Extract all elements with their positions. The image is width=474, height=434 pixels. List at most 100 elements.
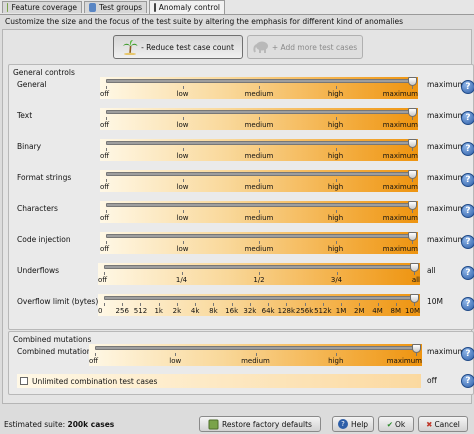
help-icon[interactable]: ? (461, 297, 474, 311)
tab-anomaly-control[interactable]: Anomaly control (149, 0, 225, 14)
slider-tick (335, 117, 337, 120)
slider-tick (106, 210, 107, 213)
slider-tick-label: maximum (382, 245, 418, 253)
unlimited-combination-checkbox-row[interactable]: Unlimited combination test cases (17, 374, 421, 388)
slider-track[interactable]: 0 256 512 1k 2k 4k 8k 16k 32k 64k 128k 256k 512k 1M 2M… (98, 294, 420, 316)
slider-groove (106, 172, 412, 176)
tab-bar: Feature coverage Test groups Anomaly con… (0, 0, 474, 15)
slider-label: Text (17, 111, 33, 120)
slider-tick (182, 210, 184, 213)
slider-tick (104, 272, 105, 275)
slider-handle[interactable] (409, 294, 419, 303)
slider-tick (335, 353, 337, 356)
slider-tick-label: 8M (390, 307, 402, 315)
help-icon: ? (337, 419, 348, 429)
slider-tick (259, 210, 260, 213)
slider-tick-label: 32k (243, 307, 257, 315)
help-icon[interactable]: ? (461, 80, 474, 94)
help-icon[interactable]: ? (461, 347, 474, 361)
slider-tick (259, 148, 260, 151)
help-icon[interactable]: ? (461, 266, 474, 280)
checkbox-state-label: off (427, 376, 437, 385)
help-button[interactable]: ? Help (332, 416, 374, 432)
slider-tick-label: off (100, 245, 110, 253)
help-icon[interactable]: ? (461, 173, 474, 187)
slider-label: Underflows (17, 266, 60, 275)
slider-tick-label: 2M (354, 307, 365, 315)
help-icon[interactable]: ? (461, 235, 474, 249)
slider-track[interactable]: off low medium high maximum (100, 201, 418, 223)
slider-tick-label: low (176, 121, 189, 129)
unlimited-combination-checkbox[interactable] (20, 377, 28, 385)
slider-tick (414, 303, 415, 306)
general-controls-group: General controls General off low medium high… (8, 64, 474, 330)
reduce-label: - Reduce test case count (141, 42, 234, 52)
restore-defaults-button[interactable]: Restore factory defaults (199, 416, 321, 432)
tab-label: Test groups (99, 3, 142, 12)
slider-tick-label: 64k (261, 307, 275, 315)
slider-handle[interactable] (411, 344, 421, 353)
slider-tick-label: 256 (115, 307, 129, 315)
slider-tick (175, 353, 177, 356)
slider-tick (231, 303, 233, 306)
slider-track[interactable]: off low medium high maximum (89, 344, 422, 366)
slider-tick-label: 2k (172, 307, 182, 315)
palm-tree-icon (123, 40, 138, 55)
slider-track[interactable]: off low medium high maximum (100, 77, 418, 99)
slider-tick-label: off (100, 121, 110, 129)
slider-handle[interactable] (409, 263, 419, 272)
slider-tick (395, 303, 397, 306)
slider-tick (259, 272, 260, 275)
slider-handle[interactable] (407, 77, 417, 86)
tab-label: Feature coverage (11, 3, 77, 12)
slider-label: Characters (17, 204, 58, 213)
slider-max-label: maximum (427, 173, 465, 182)
group-title: Combined mutations (13, 335, 92, 344)
help-icon[interactable]: ? (461, 111, 474, 125)
slider-groove (106, 203, 412, 207)
help-icon[interactable]: ? (461, 142, 474, 156)
slider-tick-label: high (327, 245, 344, 253)
slider-track[interactable]: off low medium high maximum (100, 232, 418, 254)
slider-tick-label: high (328, 357, 344, 365)
slider-handle[interactable] (407, 170, 417, 179)
ok-button[interactable]: ✔ Ok (378, 416, 414, 432)
slider-tick (104, 303, 105, 306)
reduce-test-cases-button[interactable]: - Reduce test case count (113, 35, 243, 59)
slider-handle[interactable] (407, 108, 417, 117)
slider-tick-label: medium (244, 214, 274, 222)
slider-tick (335, 241, 337, 244)
slider-tick-label: off (100, 183, 110, 191)
slider-track[interactable]: off low medium high maximum (100, 139, 418, 161)
slider-groove (106, 141, 412, 145)
add-label: + Add more test cases (271, 42, 358, 52)
slider-tick-label: 4M (372, 307, 383, 315)
slider-tick-label: maximum (386, 357, 422, 365)
slider-tick (412, 241, 413, 244)
slider-handle[interactable] (407, 139, 417, 148)
add-test-cases-button[interactable]: + Add more test cases (247, 35, 363, 59)
slider-tick-label: high (327, 214, 344, 222)
slider-tick-label: maximum (382, 183, 418, 191)
slider-handle[interactable] (407, 232, 417, 241)
slider-track[interactable]: off 1/4 1/2 3/4 all (98, 263, 420, 285)
slider-tick (195, 303, 197, 306)
slider-tick (182, 148, 184, 151)
slider-track[interactable]: off low medium high maximum (100, 170, 418, 192)
slider-handle[interactable] (407, 201, 417, 210)
tab-feature-coverage[interactable]: Feature coverage (2, 1, 82, 13)
restore-icon (208, 419, 219, 429)
restore-label: Restore factory defaults (222, 419, 312, 429)
slider-track[interactable]: off low medium high maximum (100, 108, 418, 130)
slider-max-label: maximum (427, 347, 465, 356)
anomaly-panel: - Reduce test case count + Add more test… (2, 29, 474, 404)
tab-test-groups[interactable]: Test groups (84, 1, 147, 13)
cancel-button[interactable]: ✖ Cancel (418, 416, 468, 432)
help-icon[interactable]: ? (461, 374, 474, 388)
help-icon[interactable]: ? (461, 204, 474, 218)
cancel-label: Cancel (434, 419, 460, 429)
slider-label: General (17, 80, 47, 89)
slider-label: Binary (17, 142, 42, 151)
slider-tick-label: low (176, 214, 189, 222)
slider-tick (335, 148, 337, 151)
